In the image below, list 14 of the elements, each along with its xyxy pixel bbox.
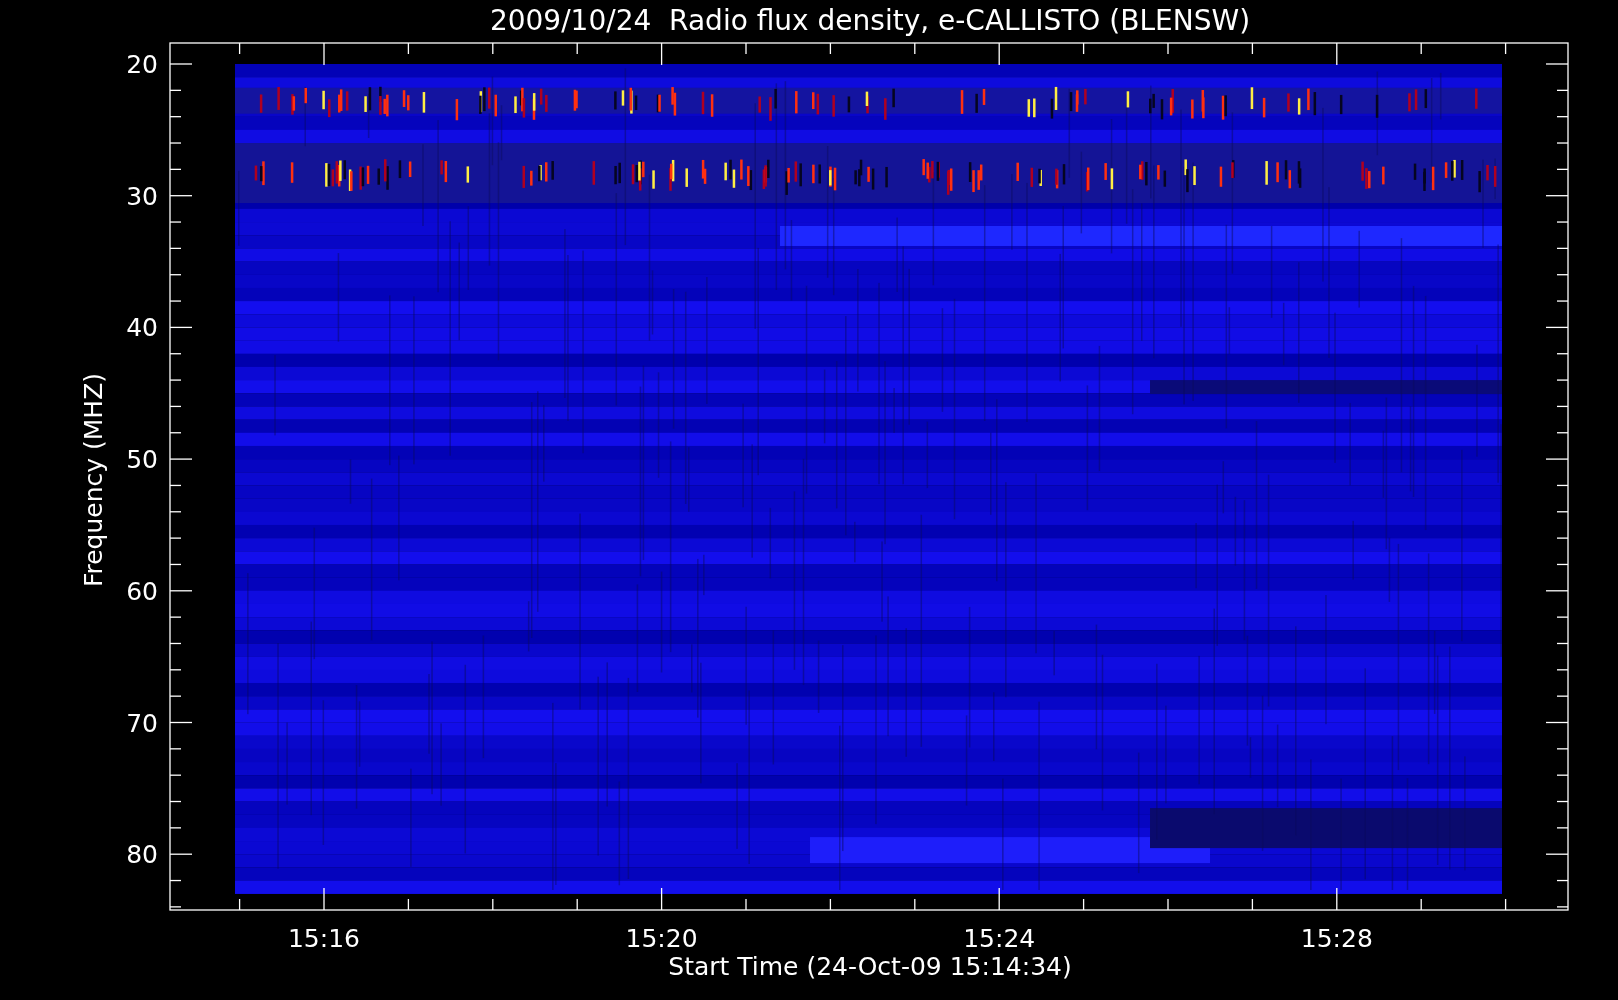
x-tick-label: 15:24 [963,924,1036,953]
y-tick-label: 60 [126,576,158,606]
y-axis-label: Frequency (MHZ) [79,372,108,588]
x-tick-label: 15:16 [288,924,360,953]
y-tick-label: 40 [126,313,158,343]
y-tick-label: 50 [126,445,158,475]
x-tick-label: 15:20 [625,924,698,953]
y-tick-label: 70 [126,708,158,738]
y-tick-label: 30 [126,181,158,211]
y-tick-label: 80 [126,840,158,870]
x-axis-label: Start Time (24-Oct-09 15:14:34) [668,952,1072,981]
y-tick-label: 20 [126,50,158,79]
chart-title: 2009/10/24 Radio flux density, e-CALLISTO (BLENSW) [489,4,1251,37]
x-tick-label: 15:28 [1300,924,1373,953]
